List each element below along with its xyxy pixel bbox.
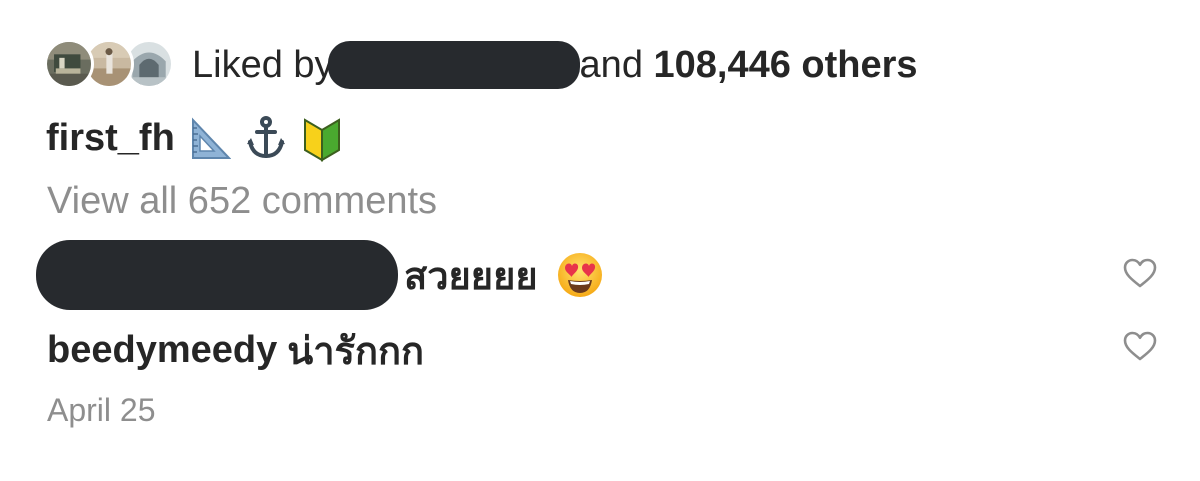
triangular-ruler-icon — [189, 114, 231, 162]
view-all-comments-link[interactable]: View all 652 comments — [47, 180, 437, 223]
redacted-comment-username — [36, 240, 398, 310]
post-timestamp: April 25 — [47, 392, 156, 428]
comment-username[interactable]: beedymeedy — [47, 329, 277, 372]
comment-text: สวยยยย — [404, 253, 538, 298]
likes-row: Liked by and 108,446 others — [44, 36, 918, 94]
redacted-username — [327, 41, 580, 89]
comment-item: beedymeedy น่ารักกก — [47, 322, 424, 378]
liker-avatars[interactable] — [44, 37, 174, 93]
avatar[interactable] — [44, 39, 94, 89]
liked-by-text: Liked by and 108,446 others — [192, 41, 918, 89]
anchor-icon — [245, 114, 287, 162]
comment-like-heart-icon[interactable] — [1123, 331, 1157, 361]
beginner-symbol-icon — [301, 114, 343, 162]
heart-eyes-face-icon — [556, 251, 604, 299]
caption: first_fh — [46, 110, 343, 166]
likes-count-link[interactable]: 108,446 others — [654, 43, 918, 87]
liked-by-connector: and — [579, 44, 643, 86]
comment-like-heart-icon[interactable] — [1123, 258, 1157, 288]
comment-item: สวยยยย — [36, 240, 604, 310]
caption-username[interactable]: first_fh — [46, 117, 175, 160]
liked-by-prefix: Liked by — [192, 44, 334, 86]
comment-text: น่ารักกก — [287, 328, 424, 373]
